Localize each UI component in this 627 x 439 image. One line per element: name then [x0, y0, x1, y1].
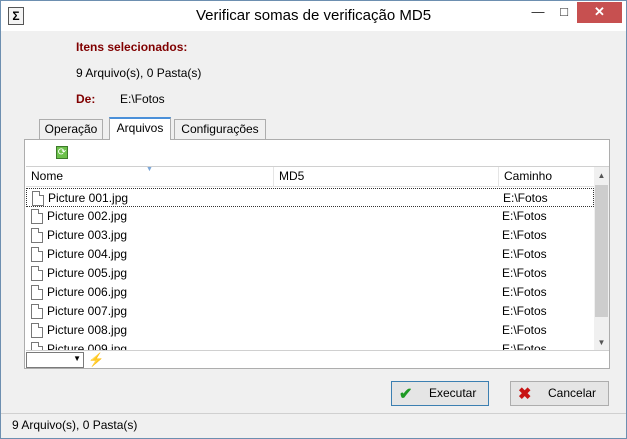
cancel-icon: ✖ [518, 386, 532, 403]
file-name: Picture 009.jpg [47, 342, 128, 350]
file-icon [31, 304, 43, 319]
minimize-button[interactable]: — [525, 2, 551, 23]
list-item[interactable]: Picture 008.jpg E:\Fotos [26, 321, 594, 340]
status-text: 9 Arquivo(s), 0 Pasta(s) [12, 418, 138, 432]
check-icon: ✔ [399, 386, 413, 403]
tab-configuracoes[interactable]: Configurações [174, 119, 266, 139]
file-list[interactable]: Nome MD5 Caminho ▼ Picture 001.jpg E:\Fo… [26, 166, 609, 350]
refresh-icon[interactable]: ⟳ [56, 146, 68, 159]
files-tab-panel: ⟳ Nome MD5 Caminho ▼ Picture 001.jpg E:\… [24, 139, 610, 369]
file-path: E:\Fotos [503, 191, 548, 205]
file-icon [31, 323, 43, 338]
file-path: E:\Fotos [502, 228, 547, 242]
file-path: E:\Fotos [502, 285, 547, 299]
file-icon [31, 342, 43, 350]
cancel-button[interactable]: ✖ Cancelar [510, 381, 609, 406]
list-item[interactable]: Picture 007.jpg E:\Fotos [26, 302, 594, 321]
column-header-path[interactable]: Caminho [499, 167, 594, 187]
selected-items-count: 9 Arquivo(s), 0 Pasta(s) [76, 66, 202, 80]
file-icon [31, 285, 43, 300]
file-icon [31, 209, 43, 224]
file-path: E:\Fotos [502, 209, 547, 223]
file-icon [32, 191, 44, 206]
file-name: Picture 001.jpg [48, 191, 129, 205]
file-path: E:\Fotos [502, 247, 547, 261]
sort-indicator-icon: ▼ [146, 166, 153, 173]
title-bar[interactable]: Σ Verificar somas de verificação MD5 — □… [1, 1, 626, 31]
column-header-md5[interactable]: MD5 [274, 167, 499, 187]
list-item[interactable]: Picture 002.jpg E:\Fotos [26, 207, 594, 226]
file-icon [31, 247, 43, 262]
list-item[interactable]: Picture 001.jpg E:\Fotos [26, 188, 594, 207]
file-name: Picture 002.jpg [47, 209, 128, 223]
file-icon [31, 228, 43, 243]
scroll-up-icon[interactable]: ▲ [594, 167, 609, 184]
execute-button[interactable]: ✔ Executar [391, 381, 489, 406]
list-item[interactable]: Picture 003.jpg E:\Fotos [26, 226, 594, 245]
vertical-scrollbar[interactable]: ▲ ▼ [594, 167, 609, 350]
file-path: E:\Fotos [502, 342, 547, 350]
md5-verify-window: Σ Verificar somas de verificação MD5 — □… [0, 0, 627, 439]
file-name: Picture 007.jpg [47, 304, 128, 318]
selected-items-label: Itens selecionados: [76, 40, 188, 54]
tab-arquivos[interactable]: Arquivos [109, 117, 171, 140]
list-item[interactable]: Picture 005.jpg E:\Fotos [26, 264, 594, 283]
file-name: Picture 006.jpg [47, 285, 128, 299]
file-path: E:\Fotos [502, 266, 547, 280]
scroll-thumb[interactable] [595, 185, 608, 317]
file-name: Picture 008.jpg [47, 323, 128, 337]
tab-operacao[interactable]: Operação [39, 119, 103, 139]
filter-bar: ▼ ⚡ [26, 350, 609, 368]
source-path: E:\Fotos [120, 92, 165, 106]
close-button[interactable]: ✕ [577, 2, 622, 23]
list-item[interactable]: Picture 006.jpg E:\Fotos [26, 283, 594, 302]
list-item[interactable]: Picture 004.jpg E:\Fotos [26, 245, 594, 264]
maximize-button[interactable]: □ [551, 2, 577, 23]
list-header: Nome MD5 Caminho ▼ [26, 167, 594, 187]
list-item[interactable]: Picture 009.jpg E:\Fotos [26, 340, 594, 350]
scroll-down-icon[interactable]: ▼ [594, 334, 609, 350]
execute-button-label: Executar [429, 386, 477, 400]
file-name: Picture 004.jpg [47, 247, 128, 261]
filter-dropdown[interactable]: ▼ [26, 352, 84, 368]
cancel-button-label: Cancelar [548, 386, 597, 400]
list-rows: Picture 001.jpg E:\Fotos Picture 002.jpg… [26, 188, 594, 350]
file-icon [31, 266, 43, 281]
file-name: Picture 005.jpg [47, 266, 128, 280]
file-path: E:\Fotos [502, 304, 547, 318]
file-name: Picture 003.jpg [47, 228, 128, 242]
source-label: De: [76, 92, 96, 106]
file-path: E:\Fotos [502, 323, 547, 337]
status-bar: 9 Arquivo(s), 0 Pasta(s) [1, 413, 626, 438]
filter-icon[interactable]: ⚡ [88, 352, 104, 367]
chevron-down-icon: ▼ [73, 354, 81, 363]
